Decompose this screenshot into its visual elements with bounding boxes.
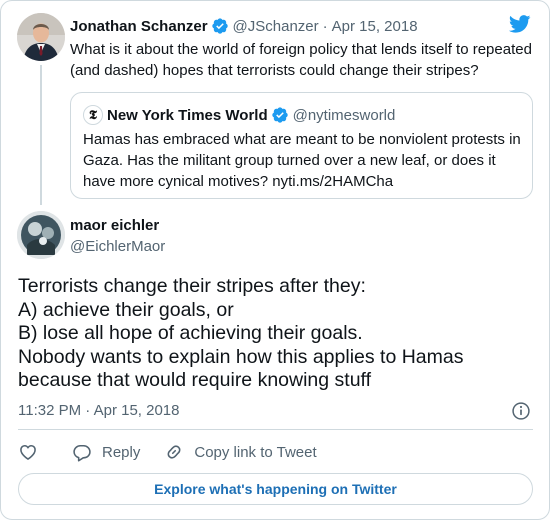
- info-icon[interactable]: [511, 401, 531, 421]
- parent-author-handle[interactable]: @JSchanzer: [233, 18, 319, 35]
- parent-author-avatar[interactable]: [17, 13, 65, 61]
- parent-tweet[interactable]: Jonathan Schanzer @JSchanzer · Apr 15, 2…: [1, 1, 549, 205]
- reply-button[interactable]: Reply: [72, 439, 140, 465]
- main-tweet-text: Terrorists change their stripes after th…: [18, 275, 538, 393]
- tweet-actions: Reply Copy link to Tweet: [18, 439, 317, 465]
- reply-label: Reply: [102, 443, 141, 461]
- quoted-tweet[interactable]: 𝕿 New York Times World @nytimesworld Ham…: [70, 92, 533, 199]
- parent-tweet-text: What is it about the world of foreign po…: [70, 41, 532, 79]
- tweet-line: A) achieve their goals, or: [18, 298, 234, 321]
- reply-icon: [73, 444, 91, 462]
- explore-twitter-button[interactable]: Explore what's happening on Twitter: [18, 473, 533, 505]
- thread-connector-line: [40, 65, 42, 205]
- nyt-logo-icon: 𝕿: [83, 105, 103, 125]
- main-author-handle[interactable]: @EichlerMaor: [70, 238, 165, 255]
- main-author-name[interactable]: maor eichler: [70, 217, 159, 234]
- like-button[interactable]: [18, 439, 38, 465]
- tweet-line: B) lose all hope of achieving their goal…: [18, 322, 363, 344]
- quoted-author-handle: @nytimesworld: [292, 106, 396, 124]
- divider: [18, 429, 533, 430]
- tweet-line: Nobody wants to explain how this applies…: [18, 345, 464, 368]
- tweet-line: Terrorists change their stripes after th…: [18, 275, 366, 297]
- quoted-author-name: New York Times World: [107, 106, 268, 124]
- quoted-tweet-header: 𝕿 New York Times World @nytimesworld: [83, 105, 395, 125]
- parent-tweet-date[interactable]: Apr 15, 2018: [332, 18, 418, 35]
- parent-author-name[interactable]: Jonathan Schanzer: [70, 18, 208, 35]
- parent-tweet-header: Jonathan Schanzer @JSchanzer · Apr 15, 2…: [70, 16, 418, 36]
- main-author-avatar[interactable]: [17, 211, 65, 259]
- tweet-embed-card: Jonathan Schanzer @JSchanzer · Apr 15, 2…: [0, 0, 550, 520]
- tweet-line: because that would require knowing stuff: [18, 369, 372, 391]
- quoted-tweet-text: Hamas has embraced what are meant to be …: [83, 131, 521, 190]
- twitter-logo-icon[interactable]: [509, 15, 531, 33]
- verified-badge-icon: [271, 107, 288, 123]
- copy-link-button[interactable]: Copy link to Tweet: [164, 439, 317, 465]
- verified-badge-icon: [211, 18, 228, 34]
- link-icon: [167, 445, 181, 459]
- header-separator: ·: [322, 17, 328, 35]
- tweet-timestamp[interactable]: 11:32 PM · Apr 15, 2018: [18, 402, 180, 419]
- copy-link-label: Copy link to Tweet: [194, 443, 317, 461]
- heart-icon: [20, 444, 36, 460]
